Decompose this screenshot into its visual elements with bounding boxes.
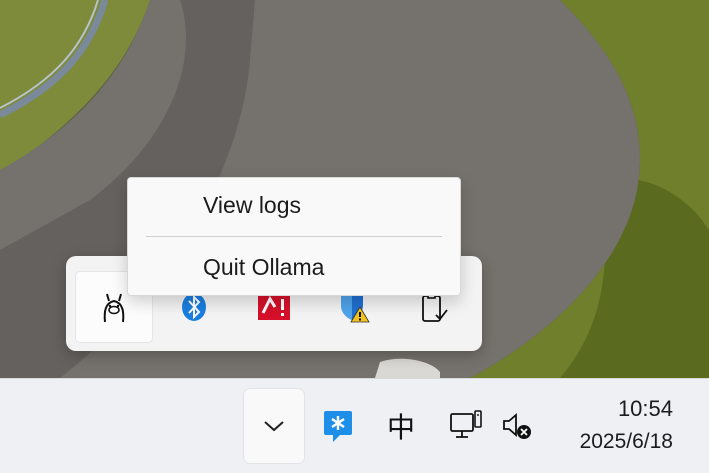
clock-time: 10:54 [617,396,673,421]
antivirus-alert-icon [258,294,290,320]
taskbar-app-button[interactable] [318,404,358,448]
menu-separator [146,236,442,237]
ime-indicator[interactable]: 中 [381,404,421,448]
ollama-icon [103,293,125,323]
menu-item-view-logs[interactable]: View logs [129,180,459,230]
volume-muted-icon [503,413,531,439]
network-button[interactable] [446,404,486,448]
bluetooth-icon [182,293,206,321]
taskbar-clock[interactable]: 10:54 2025/6/18 [580,393,673,459]
clock-date: 2025/6/18 [579,430,673,453]
ollama-context-menu: View logs Quit Ollama [127,177,461,296]
menu-item-quit-ollama[interactable]: Quit Ollama [129,242,459,292]
chat-app-icon [324,411,352,442]
volume-button[interactable] [498,404,538,448]
network-icon [450,410,482,438]
show-hidden-icons-button[interactable] [244,389,304,463]
chevron-down-icon [264,421,284,432]
